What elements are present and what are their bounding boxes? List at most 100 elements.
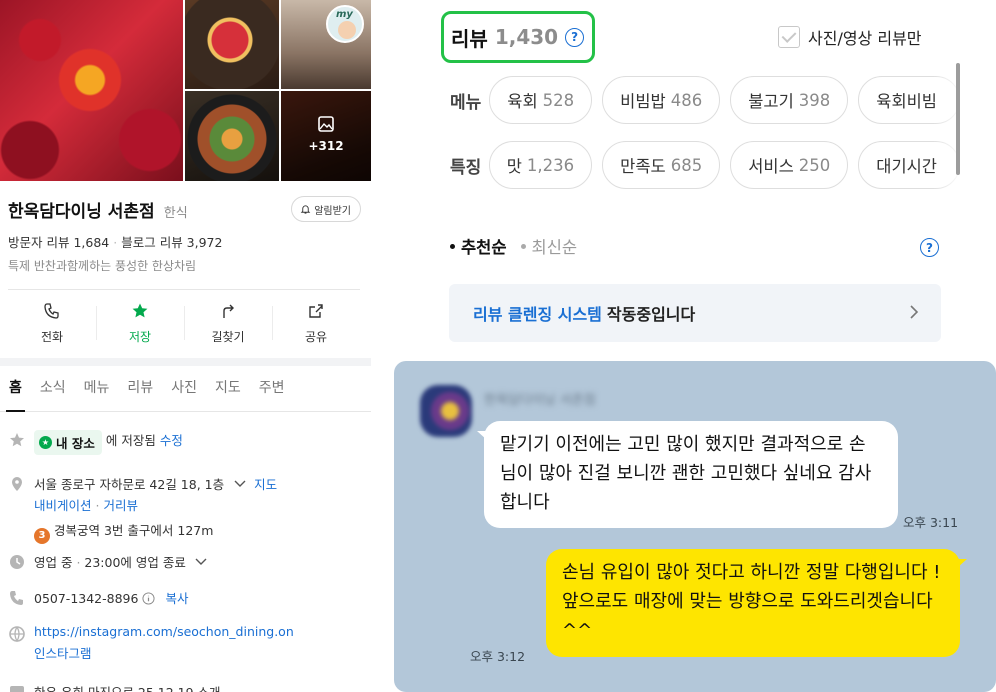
sort-help-icon[interactable]: ? (920, 238, 939, 257)
phone-number[interactable]: 0507-1342-8896 (34, 591, 138, 606)
globe-icon (9, 626, 25, 643)
review-cleansing-banner[interactable]: 리뷰 클렌징 시스템 작동중입니다 (449, 284, 941, 342)
tab-nearby[interactable]: 주변 (250, 366, 294, 411)
directions-button[interactable]: 길찾기 (184, 292, 272, 354)
divider (8, 289, 360, 290)
directions-icon (223, 304, 234, 318)
phone-icon (10, 591, 23, 605)
chevron-right-icon (910, 305, 919, 319)
photo-thumb-3[interactable] (185, 91, 279, 181)
tab-reviews[interactable]: 리뷰 (118, 366, 162, 411)
tab-photos[interactable]: 사진 (162, 366, 206, 411)
my-place-pill[interactable]: ★ 내 장소 (34, 430, 102, 455)
photo-more-tile[interactable]: +312 (281, 91, 371, 181)
menu-chip-row: 메뉴 육회 528 비빔밥 486 불고기 398 육회비빔 (450, 75, 970, 125)
sender-avatar[interactable] (420, 385, 472, 437)
menu-label: 메뉴 (450, 92, 482, 113)
my-avatar-badge[interactable]: my (326, 5, 364, 43)
info-icon[interactable] (142, 592, 155, 605)
bell-icon (300, 204, 311, 214)
save-button[interactable]: 저장 (96, 292, 184, 354)
photo-thumb-1[interactable] (185, 0, 279, 89)
cutoff-row: 한우 유회 마진으로 25 12 19 소개 (8, 682, 363, 692)
save-label: 저장 (128, 329, 152, 344)
incoming-message[interactable]: 맡기기 이전에는 고민 많이 했지만 결과적으로 손님이 많아 진걸 보니깐 괜… (477, 421, 898, 528)
share-icon (309, 303, 323, 318)
phone-row: 0507-1342-8896 복사 (8, 588, 363, 607)
place-name: 한옥담다이닝 서촌점 (8, 202, 155, 222)
alarm-button[interactable]: 알림받기 (291, 196, 361, 222)
feature-chip-row: 특징 맛 1,236 만족도 685 서비스 250 대기시간 (450, 140, 970, 190)
saved-row: ★ 내 장소 에 저장됨 수정 (8, 430, 363, 455)
instagram-label[interactable]: 인스타그램 (34, 643, 363, 662)
address-text: 서울 종로구 자하문로 42길 18, 1층 (34, 477, 225, 492)
menu-chip[interactable]: 비빔밥 486 (602, 76, 721, 124)
copy-phone-button[interactable]: 복사 (165, 591, 188, 606)
star-outline-icon (10, 433, 24, 447)
menu-chip[interactable]: 불고기 398 (730, 76, 849, 124)
menu-chip[interactable]: 육회 528 (489, 76, 593, 124)
checkbox-icon[interactable] (778, 26, 800, 48)
tab-map[interactable]: 지도 (206, 366, 250, 411)
cutoff-text: 한우 유회 마진으로 25 12 19 소개 (34, 682, 363, 692)
place-category: 한식 (163, 206, 188, 221)
review-stats: 방문자 리뷰 1,684 · 블로그 리뷰 3,972 (8, 235, 223, 250)
chevron-down-icon[interactable] (234, 479, 246, 489)
navigation-link[interactable]: 내비게이션 (34, 498, 92, 513)
hours-row: 영업 중 · 23:00에 영업 종료 (8, 552, 363, 571)
place-title-row: 한옥담다이닝 서촌점 한식 알림받기 (8, 196, 363, 223)
sender-name: 한옥담다이닝 서촌점 (484, 393, 596, 408)
saved-text: 에 저장됨 (105, 433, 156, 448)
address-row: 서울 종로구 자하문로 42길 18, 1층 지도 내비게이션 · 거리뷰 3경… (8, 474, 363, 544)
review-count: 1,430 (494, 25, 559, 49)
place-tabs: 홈 소식 메뉴 리뷰 사진 지도 주변 (0, 366, 371, 412)
share-button[interactable]: 공유 (272, 292, 360, 354)
sort-options: 추천순 최신순 (450, 234, 577, 258)
tab-news[interactable]: 소식 (31, 366, 75, 411)
my-badge-text: my (336, 9, 353, 20)
photo-grid[interactable]: +312 my (0, 0, 371, 181)
place-detail-panel: +312 my 한옥담다이닝 서촌점 한식 알림받기 방문자 리뷰 1,684 ·… (0, 0, 371, 692)
blog-reviews[interactable]: 블로그 리뷰 3,972 (121, 235, 222, 250)
hours-status: 영업 중 (34, 555, 73, 570)
feature-chip[interactable]: 서비스 250 (730, 141, 849, 189)
share-label: 공유 (304, 329, 328, 344)
calendar-icon (10, 686, 24, 692)
image-icon (318, 116, 334, 132)
review-panel: 리뷰 1,430 ? 사진/영상 리뷰만 메뉴 육회 528 비빔밥 486 불고기… (428, 0, 968, 356)
outgoing-time: 오후 3:12 (470, 649, 526, 664)
tab-home[interactable]: 홈 (0, 366, 31, 412)
outgoing-message[interactable]: 손님 유입이 많아 젓다고 하니깐 정말 다행입니다 ! 앞으로도 매장에 맞는… (546, 549, 967, 657)
scrollbar[interactable] (956, 63, 960, 175)
feature-chip[interactable]: 만족도 685 (602, 141, 721, 189)
hours-text: 23:00에 영업 종료 (84, 555, 186, 570)
website-link[interactable]: https://instagram.com/seochon_dining.on (34, 624, 363, 639)
photo-video-filter[interactable]: 사진/영상 리뷰만 (778, 25, 922, 49)
subway-line-badge: 3 (34, 527, 50, 544)
visitor-reviews[interactable]: 방문자 리뷰 1,684 (8, 235, 109, 250)
map-link[interactable]: 지도 (254, 477, 277, 492)
location-pin-icon (12, 477, 22, 491)
sort-latest[interactable]: 최신순 (520, 234, 577, 258)
incoming-time: 오후 3:11 (903, 515, 959, 530)
review-title: 리뷰 (451, 26, 488, 51)
sort-recommended[interactable]: 추천순 (450, 234, 507, 258)
review-count-highlight: 리뷰 1,430 ? (441, 11, 595, 63)
photo-only-label: 사진/영상 리뷰만 (808, 29, 922, 48)
directions-label: 길찾기 (211, 329, 245, 344)
help-icon[interactable]: ? (565, 27, 585, 47)
street-view-link[interactable]: 거리뷰 (103, 498, 138, 513)
feature-label: 특징 (450, 157, 482, 178)
feature-chip[interactable]: 맛 1,236 (488, 141, 593, 189)
section-gap (0, 358, 371, 366)
tab-menu[interactable]: 메뉴 (75, 366, 119, 411)
saved-edit-link[interactable]: 수정 (160, 433, 183, 448)
clock-icon (10, 555, 24, 569)
subway-distance: 경복궁역 3번 출구에서 127m (54, 523, 214, 538)
photo-more-count: +312 (308, 139, 344, 153)
call-button[interactable]: 전화 (8, 292, 96, 354)
main-photo[interactable] (0, 0, 183, 181)
place-description: 특제 반찬과함께하는 풍성한 한상차림 (8, 259, 197, 273)
alarm-label: 알림받기 (314, 205, 351, 217)
chevron-down-icon[interactable] (195, 557, 207, 567)
